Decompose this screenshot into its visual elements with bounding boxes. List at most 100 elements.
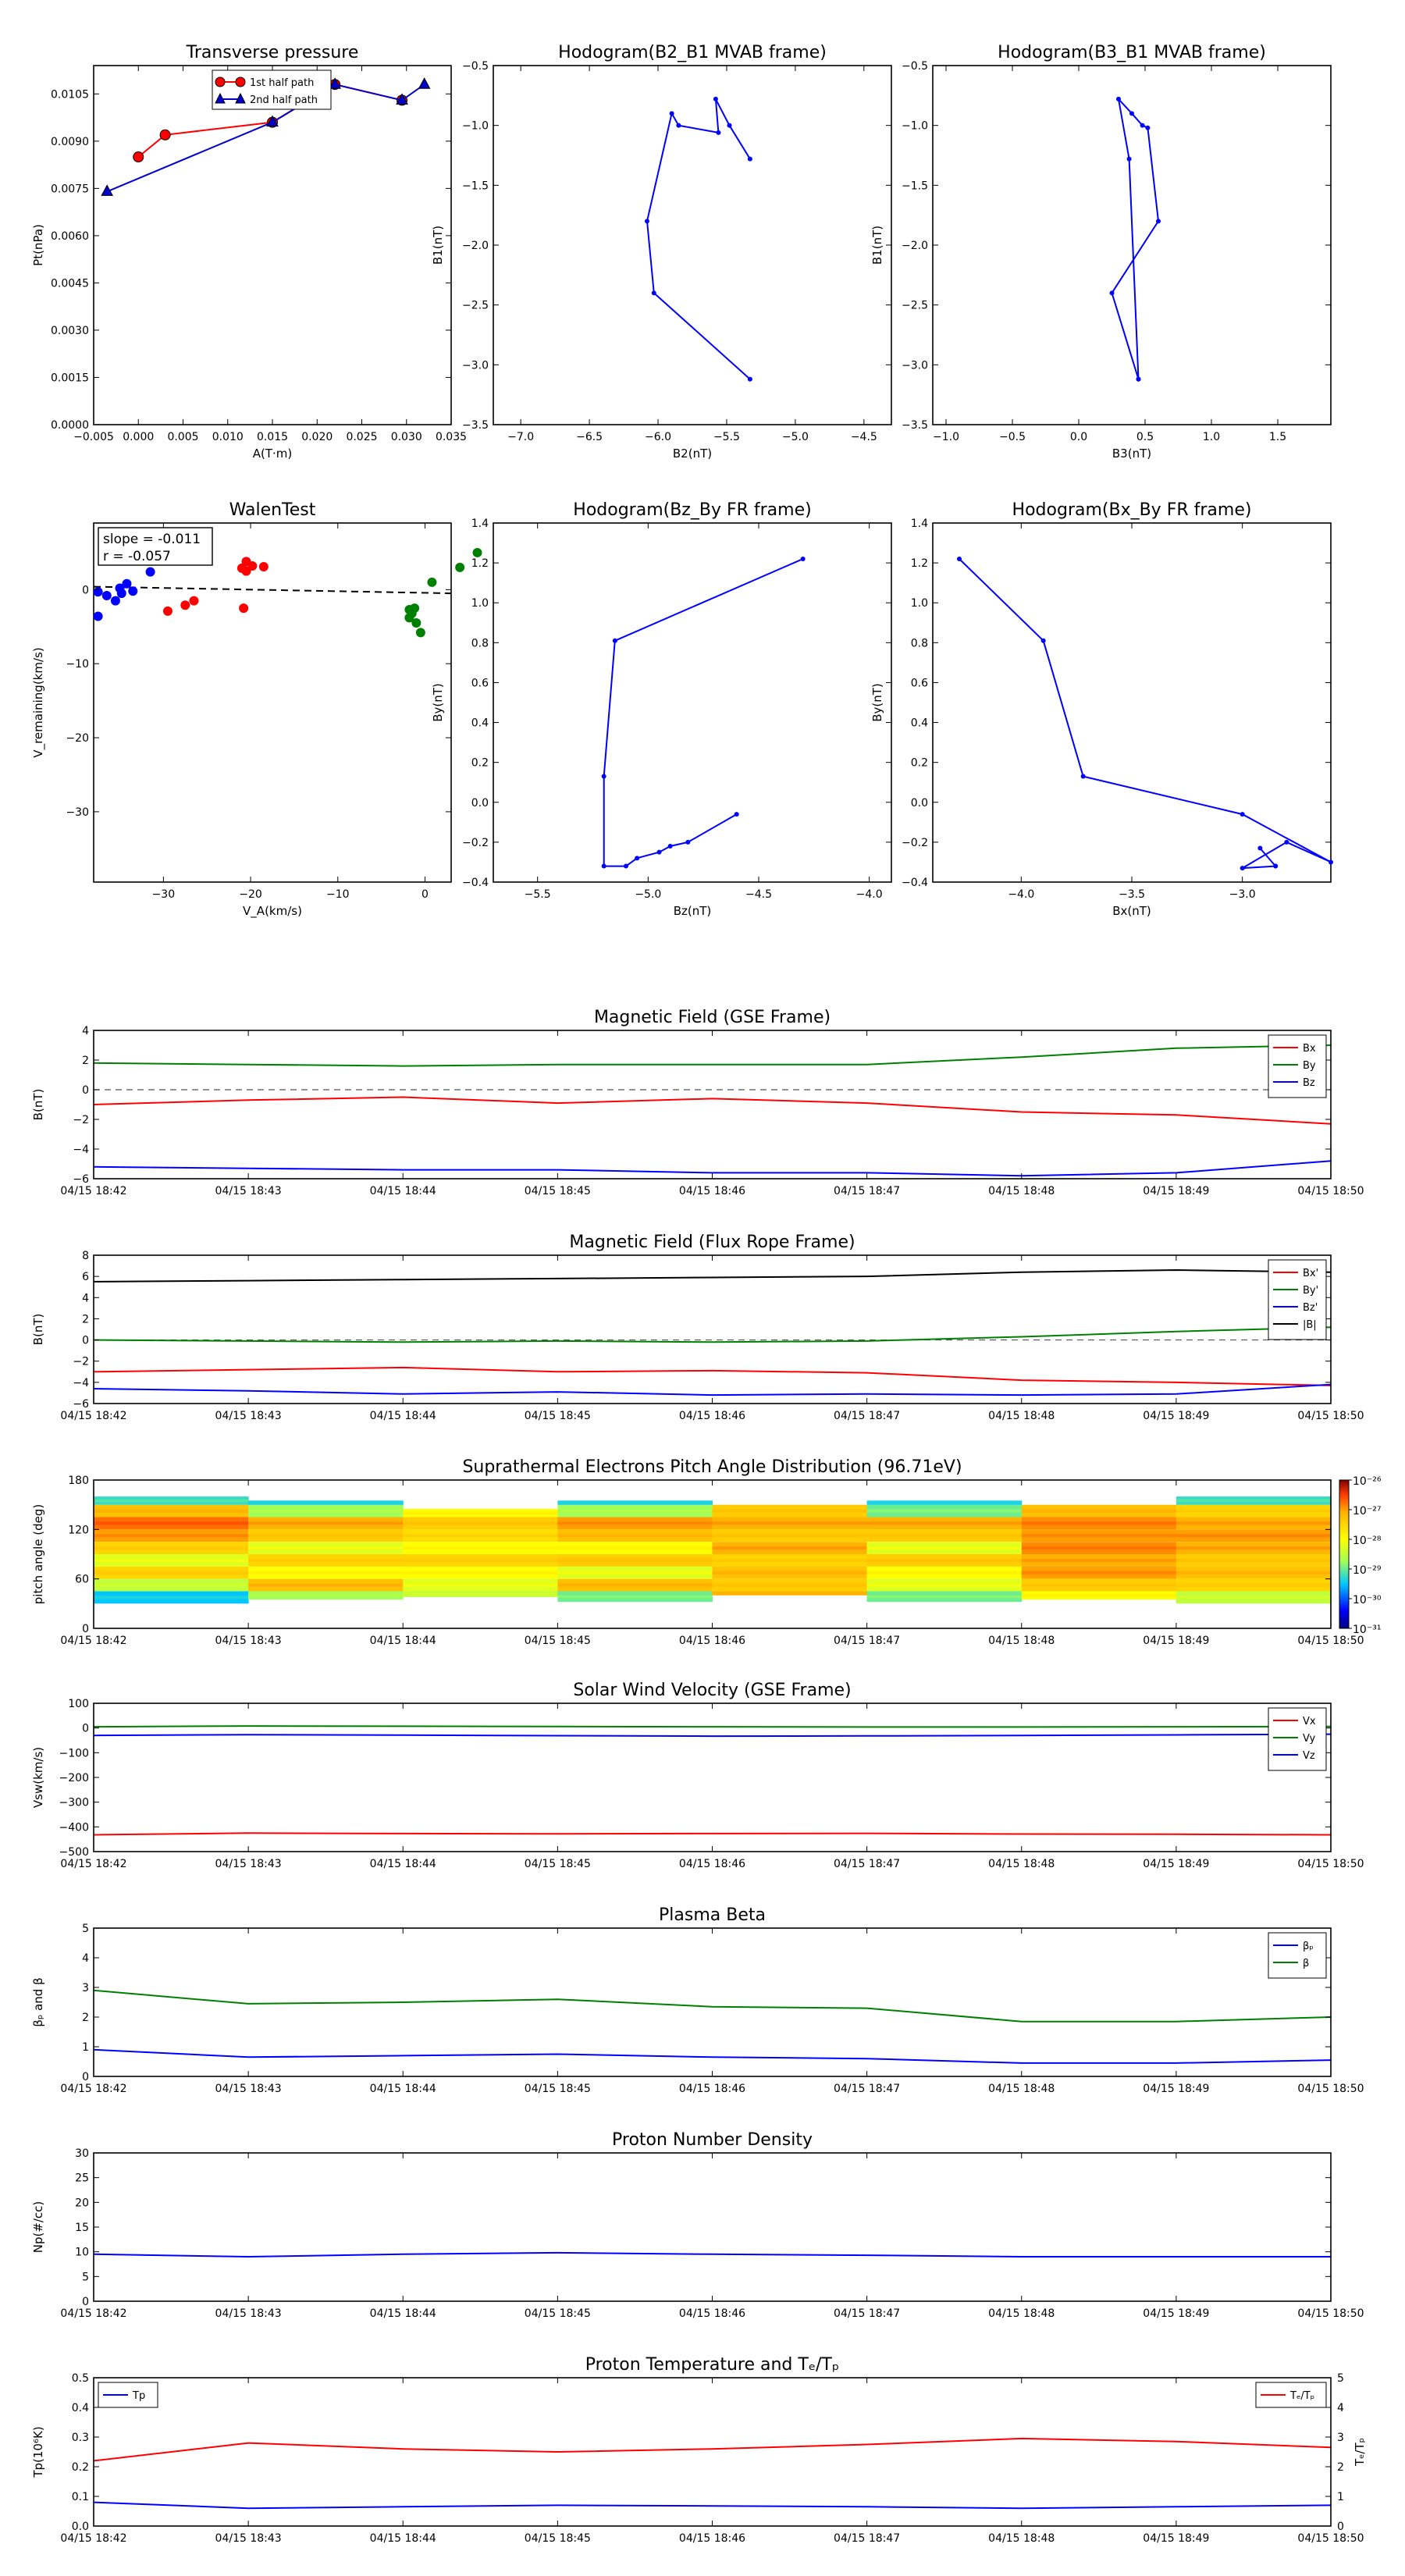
- y-tick-label: 4: [82, 1952, 89, 1965]
- x-tick-label: 04/15 18:48: [988, 1858, 1055, 1870]
- x-tick-label: 04/15 18:48: [988, 2532, 1055, 2545]
- chart-title: Solar Wind Velocity (GSE Frame): [573, 1681, 851, 1700]
- y-right-tick-label: 2: [1337, 2461, 1344, 2474]
- data-point: [1156, 219, 1161, 224]
- heatmap-cell: [1176, 1558, 1332, 1562]
- data-point: [415, 628, 425, 638]
- series-line: [93, 1383, 1332, 1397]
- data-point: [656, 849, 662, 855]
- heatmap-cell: [557, 1521, 713, 1525]
- x-tick-label: 04/15 18:45: [525, 1185, 591, 1197]
- x-tick-label: −6.0: [645, 431, 671, 443]
- y-axis-label: B(nT): [31, 1314, 45, 1346]
- heatmap-cell: [866, 1595, 1023, 1599]
- x-tick-label: 04/15 18:44: [370, 2083, 436, 2095]
- y-tick-label: 0.0000: [51, 419, 89, 432]
- data-point: [669, 111, 674, 116]
- heatmap-cell: [557, 1546, 713, 1550]
- x-tick-label: 04/15 18:50: [1297, 2532, 1364, 2545]
- y-tick-label: 1.2: [471, 557, 489, 570]
- y-right-tick-label: 3: [1337, 2432, 1344, 2444]
- x-axis-label: B3(nT): [1112, 447, 1151, 461]
- chart-title: Hodogram(B3_B1 MVAB frame): [998, 43, 1266, 62]
- data-point: [601, 774, 606, 779]
- heatmap-cell: [94, 1521, 249, 1525]
- y-tick-label: −400: [59, 1821, 89, 1834]
- data-point: [93, 587, 103, 597]
- data-point: [404, 613, 414, 623]
- data-point: [624, 863, 628, 869]
- y-tick-label: 0.8: [471, 637, 489, 649]
- heatmap-cell: [403, 1511, 558, 1515]
- y-axis-label: B1(nT): [870, 226, 884, 265]
- y-axis-label: B(nT): [31, 1089, 45, 1121]
- legend-label: |B|: [1303, 1319, 1317, 1331]
- y-axis-label: Np(#/cc): [31, 2201, 45, 2254]
- y-tick-label: 120: [68, 1524, 89, 1536]
- data-point: [685, 839, 691, 845]
- y-tick-label: −6: [73, 1173, 89, 1186]
- y-axis-label: pitch angle (deg): [31, 1504, 45, 1604]
- y-tick-label: −2: [73, 1356, 89, 1368]
- colorbar-label: 10⁻²⁸: [1353, 1535, 1382, 1547]
- heatmap-cell: [557, 1501, 713, 1504]
- x-tick-label: 04/15 18:50: [1297, 1185, 1364, 1197]
- heatmap-cell: [557, 1571, 713, 1574]
- y-tick-label: 2: [82, 2012, 89, 2024]
- heatmap-cell: [866, 1501, 1023, 1504]
- heatmap-cell: [712, 1509, 868, 1513]
- y-tick-label: 1.0: [471, 597, 489, 610]
- y-tick-label: −4: [73, 1377, 89, 1389]
- x-tick-label: 04/15 18:43: [215, 1185, 282, 1197]
- legend-label: Bx': [1303, 1268, 1318, 1279]
- data-point: [1116, 96, 1121, 101]
- y-tick-label: 1.2: [911, 557, 928, 570]
- y-tick-label: −2.0: [902, 240, 928, 252]
- y-tick-label: −2.5: [462, 300, 489, 312]
- colorbar-label: 10⁻²⁹: [1353, 1564, 1382, 1577]
- x-tick-label: 04/15 18:49: [1143, 2307, 1209, 2320]
- x-tick-label: −20: [239, 888, 262, 901]
- proton-temperature-panel: Proton Temperature and Tₑ/Tₚ 0.0 0.1 0.2 0.3…: [31, 2355, 1367, 2545]
- y-tick-label: −3.0: [462, 359, 489, 372]
- heatmap-cell: [248, 1583, 404, 1587]
- y-right-axis-label: Tₑ/Tₚ: [1353, 2438, 1367, 2467]
- x-tick-label: −4.5: [745, 888, 772, 901]
- legend-label: Bx: [1303, 1043, 1316, 1055]
- x-tick-label: 0.0: [1070, 431, 1087, 443]
- x-tick-label: 04/15 18:44: [370, 1635, 436, 1647]
- legend-label: By': [1303, 1285, 1318, 1297]
- x-tick-label: 04/15 18:43: [215, 1858, 282, 1870]
- x-tick-label: 04/15 18:46: [679, 1858, 745, 1870]
- legend-marker: [215, 76, 226, 87]
- heatmap-cell: [1176, 1583, 1332, 1587]
- series-line: [959, 558, 1332, 870]
- y-tick-label: 0.2: [72, 2461, 89, 2474]
- y-axis-label: B1(nT): [431, 226, 445, 265]
- y-tick-label: 1.0: [911, 597, 928, 610]
- x-tick-label: 04/15 18:49: [1143, 1410, 1209, 1422]
- y-axis-label: βₚ and β: [31, 1977, 45, 2026]
- y-tick-label: −0.4: [902, 877, 928, 889]
- x-tick-label: 04/15 18:47: [834, 1858, 900, 1870]
- x-tick-label: 0: [422, 888, 429, 901]
- heatmap-cell: [866, 1558, 1023, 1562]
- heatmap-cell: [403, 1521, 558, 1525]
- y-tick-label: −1.5: [902, 180, 928, 192]
- series-line: [93, 2437, 1332, 2462]
- y-tick-label: −0.5: [462, 60, 489, 73]
- x-tick-label: 04/15 18:47: [834, 2083, 900, 2095]
- plot-frame: [932, 65, 1332, 425]
- legend-label: Bz: [1303, 1077, 1315, 1089]
- data-point: [676, 123, 681, 128]
- plot-frame: [93, 2152, 1332, 2302]
- x-tick-label: 04/15 18:48: [988, 1185, 1055, 1197]
- y-tick-label: −3.0: [902, 359, 928, 372]
- x-tick-label: 0.020: [301, 431, 333, 443]
- heatmap-cell: [248, 1546, 404, 1550]
- x-tick-label: −5.0: [782, 431, 809, 443]
- heatmap-cell: [866, 1534, 1023, 1538]
- chart-title: Suprathermal Electrons Pitch Angle Distr…: [462, 1457, 962, 1477]
- x-tick-label: 04/15 18:50: [1297, 2083, 1364, 2095]
- transverse-pressure-panel: Transverse pressure 0.0000 0.0015 0.0030 0.0…: [31, 43, 467, 461]
